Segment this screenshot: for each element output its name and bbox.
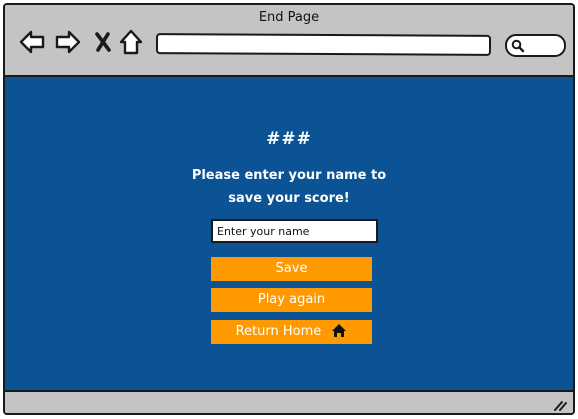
forward-arrow-icon[interactable] [54, 27, 82, 57]
url-bar[interactable] [155, 33, 492, 56]
home-icon [331, 323, 347, 347]
search-icon [511, 39, 525, 53]
name-input[interactable] [211, 219, 378, 243]
window-title: End Page [258, 10, 320, 25]
home-icon[interactable] [118, 27, 144, 57]
save-score-prompt: Please enter your name to save your scor… [191, 168, 387, 206]
page-content: ### Please enter your name to save your … [5, 77, 573, 390]
play-again-button[interactable]: Play again [211, 288, 372, 312]
save-button-label: Save [275, 261, 308, 276]
browser-toolbar: End Page [5, 5, 573, 77]
play-again-button-label: Play again [257, 292, 326, 307]
status-bar [5, 390, 573, 413]
back-arrow-icon[interactable] [18, 27, 46, 57]
close-x-icon[interactable] [93, 27, 113, 57]
browser-window: End Page ### Please enter your name to s… [3, 3, 575, 415]
resize-grip-icon[interactable] [553, 399, 567, 411]
return-home-button-label: Return Home [235, 324, 322, 339]
return-home-button[interactable]: Return Home [211, 320, 372, 344]
score-display: ### [266, 129, 312, 149]
save-button[interactable]: Save [211, 257, 372, 281]
search-box[interactable] [505, 34, 566, 57]
